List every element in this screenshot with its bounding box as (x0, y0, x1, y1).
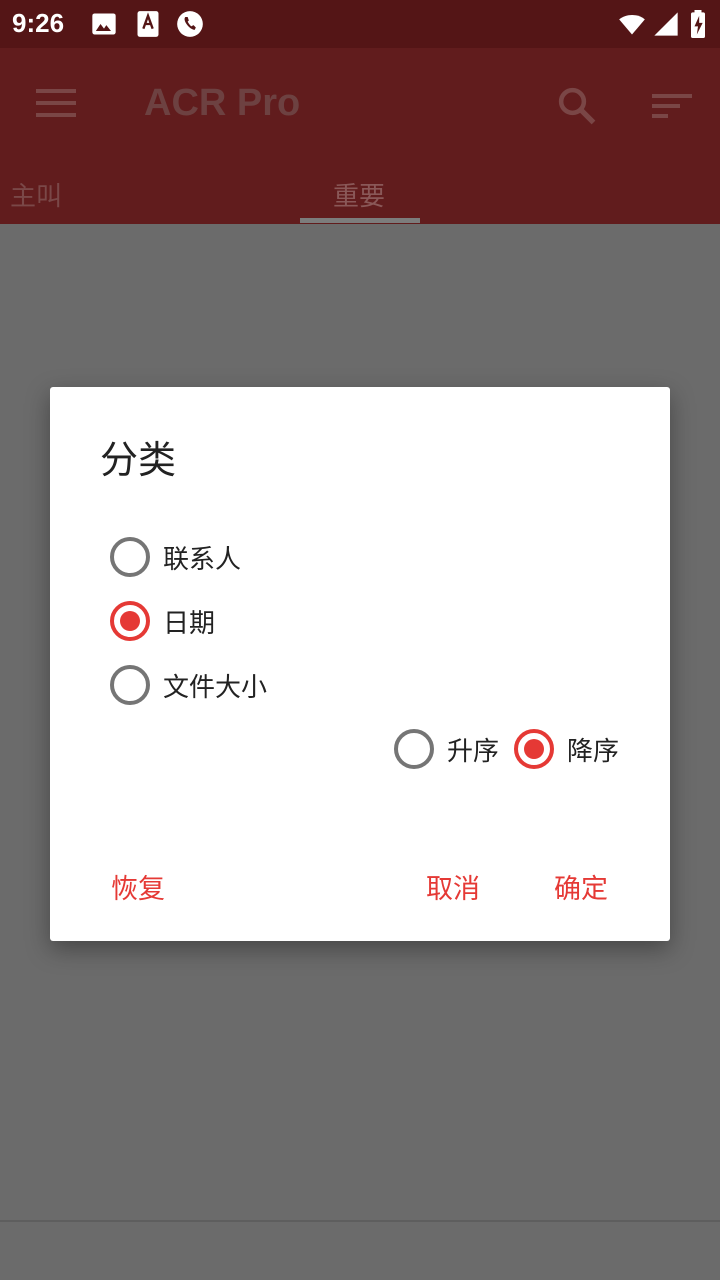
order-option-label: 降序 (567, 736, 620, 767)
divider (0, 1220, 720, 1222)
reset-button[interactable]: 恢复 (111, 867, 165, 906)
battery-charging-icon (691, 10, 705, 38)
cancel-button[interactable]: 取消 (426, 867, 480, 906)
sort-dialog: 分类 联系人 日期 文件大小 升序 降序 恢复 取消 确定 (50, 387, 670, 941)
sort-icon[interactable] (652, 90, 692, 122)
sort-option-date[interactable]: 日期 (110, 601, 215, 641)
app-notification-icon (137, 11, 159, 37)
search-icon[interactable] (555, 84, 597, 126)
menu-icon[interactable] (36, 88, 76, 118)
order-option-descending[interactable]: 降序 (514, 729, 619, 769)
radio-descending[interactable] (514, 729, 554, 769)
app-title: ACR Pro (144, 82, 301, 124)
radio-file-size[interactable] (110, 665, 150, 705)
status-time: 9:26 (12, 8, 65, 38)
sort-option-label: 联系人 (163, 544, 242, 575)
radio-ascending[interactable] (394, 729, 434, 769)
wifi-icon (619, 14, 645, 35)
radio-date[interactable] (110, 601, 150, 641)
cell-signal-icon (654, 12, 678, 36)
sort-option-contact[interactable]: 联系人 (110, 537, 241, 577)
dialog-title: 分类 (100, 438, 177, 482)
order-option-ascending[interactable]: 升序 (394, 729, 499, 769)
sort-option-file-size[interactable]: 文件大小 (110, 665, 267, 705)
tab-indicator (300, 218, 420, 223)
ok-button[interactable]: 确定 (554, 867, 608, 906)
tab-caller[interactable]: 主叫 (10, 176, 62, 213)
status-bar: 9:26 (0, 0, 720, 48)
call-notification-icon (177, 11, 203, 37)
tab-important[interactable]: 重要 (333, 176, 385, 213)
order-option-label: 升序 (447, 736, 500, 767)
image-notification-icon (92, 13, 116, 35)
sort-option-label: 日期 (163, 608, 216, 639)
app-bar: ACR Pro 主叫 重要 (0, 48, 720, 224)
radio-contact[interactable] (110, 537, 150, 577)
sort-option-label: 文件大小 (163, 672, 268, 703)
